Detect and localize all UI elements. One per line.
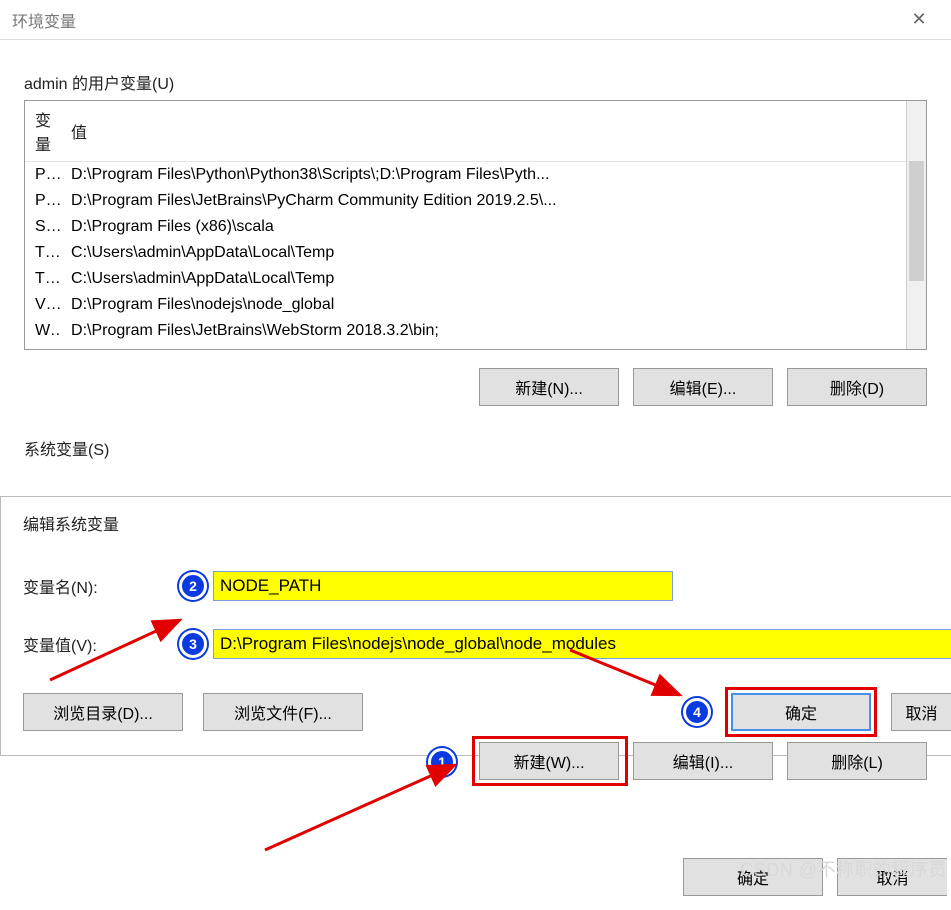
var-name-label: 变量名(N): bbox=[23, 574, 173, 598]
var-value-label: 变量值(V): bbox=[23, 632, 173, 656]
browse-dir-button[interactable]: 浏览目录(D)... bbox=[23, 693, 183, 731]
table-row[interactable]: VUED:\Program Files\nodejs\node_global bbox=[25, 292, 906, 318]
browse-file-button[interactable]: 浏览文件(F)... bbox=[203, 693, 363, 731]
annotation-badge-3: 3 bbox=[179, 630, 207, 658]
env-vars-window: 环境变量 ✕ admin 的用户变量(U) 变量 值 PathD:\Progra… bbox=[0, 0, 951, 910]
scrollbar-thumb[interactable] bbox=[909, 161, 924, 281]
var-value-row: 变量值(V): 3 bbox=[23, 629, 951, 659]
table-row[interactable]: TMPC:\Users\admin\AppData\Local\Temp bbox=[25, 266, 906, 292]
new-user-var-button[interactable]: 新建(N)... bbox=[479, 368, 619, 406]
table-row[interactable]: PathD:\Program Files\Python\Python38\Scr… bbox=[25, 162, 906, 189]
user-vars-table: 变量 值 PathD:\Program Files\Python\Python3… bbox=[25, 101, 906, 344]
user-vars-content: 变量 值 PathD:\Program Files\Python\Python3… bbox=[25, 101, 906, 349]
new-system-var-button[interactable]: 新建(W)... bbox=[479, 742, 619, 780]
main-dialog-buttons: 确定 取消 bbox=[0, 858, 951, 896]
system-vars-title: 系统变量(S) bbox=[24, 436, 927, 460]
table-row[interactable]: TEMPC:\Users\admin\AppData\Local\Temp bbox=[25, 240, 906, 266]
col-name[interactable]: 变量 bbox=[25, 101, 61, 162]
main-ok-button[interactable]: 确定 bbox=[683, 858, 823, 896]
annotation-badge-4: 4 bbox=[683, 698, 711, 726]
var-name-row: 变量名(N): 2 bbox=[23, 571, 951, 601]
edit-system-var-dialog: 编辑系统变量 变量名(N): 2 变量值(V): 3 浏览目录(D)... 浏览… bbox=[0, 496, 951, 756]
delete-user-var-button[interactable]: 删除(D) bbox=[787, 368, 927, 406]
table-header-row: 变量 值 bbox=[25, 101, 906, 162]
var-name-input[interactable] bbox=[213, 571, 673, 601]
edit-system-var-button[interactable]: 编辑(I)... bbox=[633, 742, 773, 780]
edit-dialog-title: 编辑系统变量 bbox=[23, 511, 951, 535]
window-title: 环境变量 bbox=[12, 8, 899, 32]
col-value[interactable]: 值 bbox=[61, 101, 906, 162]
annotation-badge-2: 2 bbox=[179, 572, 207, 600]
edit-cancel-button[interactable]: 取消 bbox=[891, 693, 951, 731]
close-icon[interactable]: ✕ bbox=[899, 9, 939, 30]
user-vars-title: admin 的用户变量(U) bbox=[24, 70, 927, 94]
main-cancel-button[interactable]: 取消 bbox=[837, 858, 947, 896]
system-vars-buttons: 新建(W)... 编辑(I)... 删除(L) bbox=[24, 742, 927, 780]
delete-system-var-button[interactable]: 删除(L) bbox=[787, 742, 927, 780]
user-vars-buttons: 新建(N)... 编辑(E)... 删除(D) bbox=[24, 368, 927, 406]
table-row[interactable]: WebStormD:\Program Files\JetBrains\WebSt… bbox=[25, 318, 906, 344]
user-vars-list[interactable]: 变量 值 PathD:\Program Files\Python\Python3… bbox=[24, 100, 927, 350]
edit-dialog-buttons: 浏览目录(D)... 浏览文件(F)... 4 确定 取消 bbox=[23, 693, 951, 731]
titlebar: 环境变量 ✕ bbox=[0, 0, 951, 40]
var-value-input[interactable] bbox=[213, 629, 951, 659]
edit-user-var-button[interactable]: 编辑(E)... bbox=[633, 368, 773, 406]
table-row[interactable]: PyCharm Community EditionD:\Program File… bbox=[25, 188, 906, 214]
edit-ok-button[interactable]: 确定 bbox=[731, 693, 871, 731]
table-row[interactable]: SCALA_HOMED:\Program Files (x86)\scala bbox=[25, 214, 906, 240]
scrollbar[interactable] bbox=[906, 101, 926, 349]
user-vars-group: admin 的用户变量(U) 变量 值 PathD:\Program Files… bbox=[24, 70, 927, 350]
